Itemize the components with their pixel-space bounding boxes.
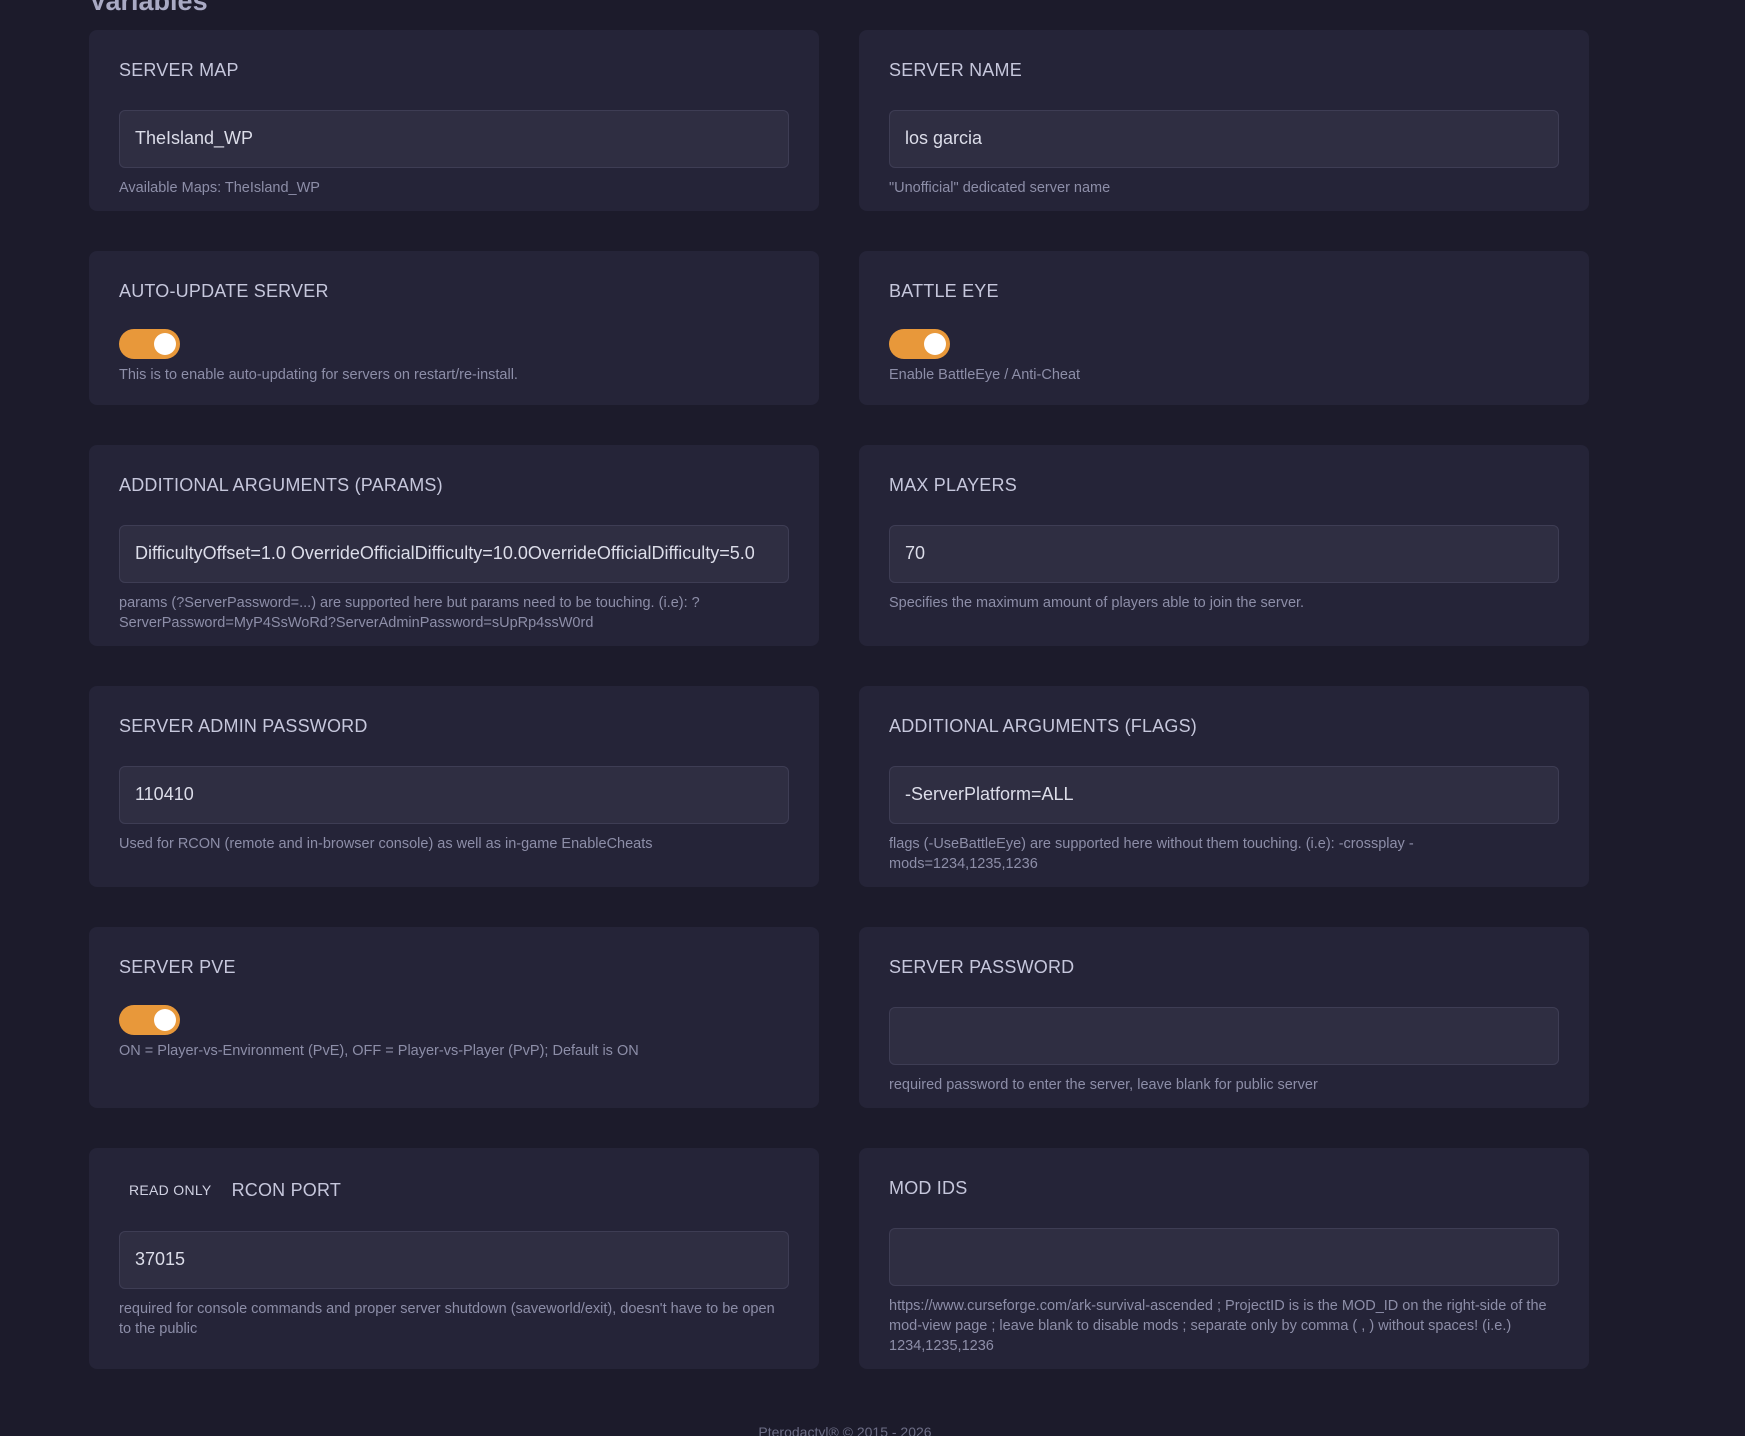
variable-card-max-players: MAX PLAYERS Specifies the maximum amount… xyxy=(859,445,1589,646)
read-only-badge: READ ONLY xyxy=(129,1182,212,1198)
auto-update-toggle[interactable] xyxy=(119,328,180,359)
variable-help: required password to enter the server, l… xyxy=(889,1076,1318,1093)
variables-page: Variables SERVER MAP Available Maps: The… xyxy=(0,0,1745,1436)
additional-flags-input[interactable] xyxy=(889,765,1559,824)
server-pve-toggle[interactable] xyxy=(119,1004,180,1035)
variables-grid: SERVER MAP Available Maps: TheIsland_WP … xyxy=(89,30,1589,1369)
variable-label: AUTO-UPDATE SERVER xyxy=(119,281,329,301)
variable-card-rcon-port: READ ONLY RCON PORT required for console… xyxy=(89,1148,819,1369)
variable-label: SERVER ADMIN PASSWORD xyxy=(119,716,368,736)
variable-card-battle-eye: BATTLE EYE Enable BattleEye / Anti-Cheat xyxy=(859,251,1589,405)
variable-help: Used for RCON (remote and in-browser con… xyxy=(119,835,653,852)
variable-card-server-pve: SERVER PVE ON = Player-vs-Environment (P… xyxy=(89,927,819,1108)
variable-label: SERVER NAME xyxy=(889,60,1022,80)
variable-label: ADDITIONAL ARGUMENTS (FLAGS) xyxy=(889,716,1197,736)
variable-help: ON = Player-vs-Environment (PvE), OFF = … xyxy=(119,1042,639,1059)
variable-help: required for console commands and proper… xyxy=(119,1300,775,1337)
variable-help: params (?ServerPassword=...) are support… xyxy=(119,594,700,631)
variable-help: This is to enable auto-updating for serv… xyxy=(119,366,518,383)
section-title: Variables xyxy=(89,0,208,16)
rcon-port-input[interactable] xyxy=(119,1230,789,1289)
variable-label: SERVER MAP xyxy=(119,60,239,80)
variable-label: BATTLE EYE xyxy=(889,281,999,301)
variable-label: ADDITIONAL ARGUMENTS (PARAMS) xyxy=(119,475,443,495)
toggle-knob xyxy=(924,332,946,355)
variable-card-server-name: SERVER NAME "Unofficial" dedicated serve… xyxy=(859,30,1589,211)
max-players-input[interactable] xyxy=(889,524,1559,583)
variable-label: MAX PLAYERS xyxy=(889,475,1017,495)
variable-help: https://www.curseforge.com/ark-survival-… xyxy=(889,1297,1547,1354)
toggle-knob xyxy=(154,1008,176,1031)
toggle-knob xyxy=(154,332,176,355)
variable-card-auto-update: AUTO-UPDATE SERVER This is to enable aut… xyxy=(89,251,819,405)
variable-label: RCON PORT xyxy=(231,1179,342,1200)
mod-ids-input[interactable] xyxy=(889,1227,1559,1286)
variable-label-row: READ ONLY RCON PORT xyxy=(119,1178,789,1203)
footer-copyright: Pterodactyl® © 2015 - 2026 xyxy=(758,1424,932,1436)
variable-help: Enable BattleEye / Anti-Cheat xyxy=(889,366,1081,383)
server-map-input[interactable] xyxy=(119,109,789,168)
additional-params-input[interactable] xyxy=(119,524,789,583)
variable-card-admin-password: SERVER ADMIN PASSWORD Used for RCON (rem… xyxy=(89,686,819,887)
variable-help: "Unofficial" dedicated server name xyxy=(889,179,1111,196)
variable-help: Specifies the maximum amount of players … xyxy=(889,594,1305,611)
battle-eye-toggle[interactable] xyxy=(889,328,950,359)
variable-card-server-password: SERVER PASSWORD required password to ent… xyxy=(859,927,1589,1108)
admin-password-input[interactable] xyxy=(119,765,789,824)
variable-help: flags (-UseBattleEye) are supported here… xyxy=(889,835,1414,872)
server-name-input[interactable] xyxy=(889,109,1559,168)
variable-card-additional-params: ADDITIONAL ARGUMENTS (PARAMS) params (?S… xyxy=(89,445,819,646)
server-password-input[interactable] xyxy=(889,1006,1559,1065)
variable-card-mod-ids: MOD IDS https://www.curseforge.com/ark-s… xyxy=(859,1148,1589,1369)
variable-card-server-map: SERVER MAP Available Maps: TheIsland_WP xyxy=(89,30,819,211)
variable-help: Available Maps: TheIsland_WP xyxy=(119,179,320,196)
variable-label: SERVER PASSWORD xyxy=(889,957,1075,977)
variable-label: MOD IDS xyxy=(889,1178,968,1198)
variable-label: SERVER PVE xyxy=(119,957,236,977)
variable-card-additional-flags: ADDITIONAL ARGUMENTS (FLAGS) flags (-Use… xyxy=(859,686,1589,887)
